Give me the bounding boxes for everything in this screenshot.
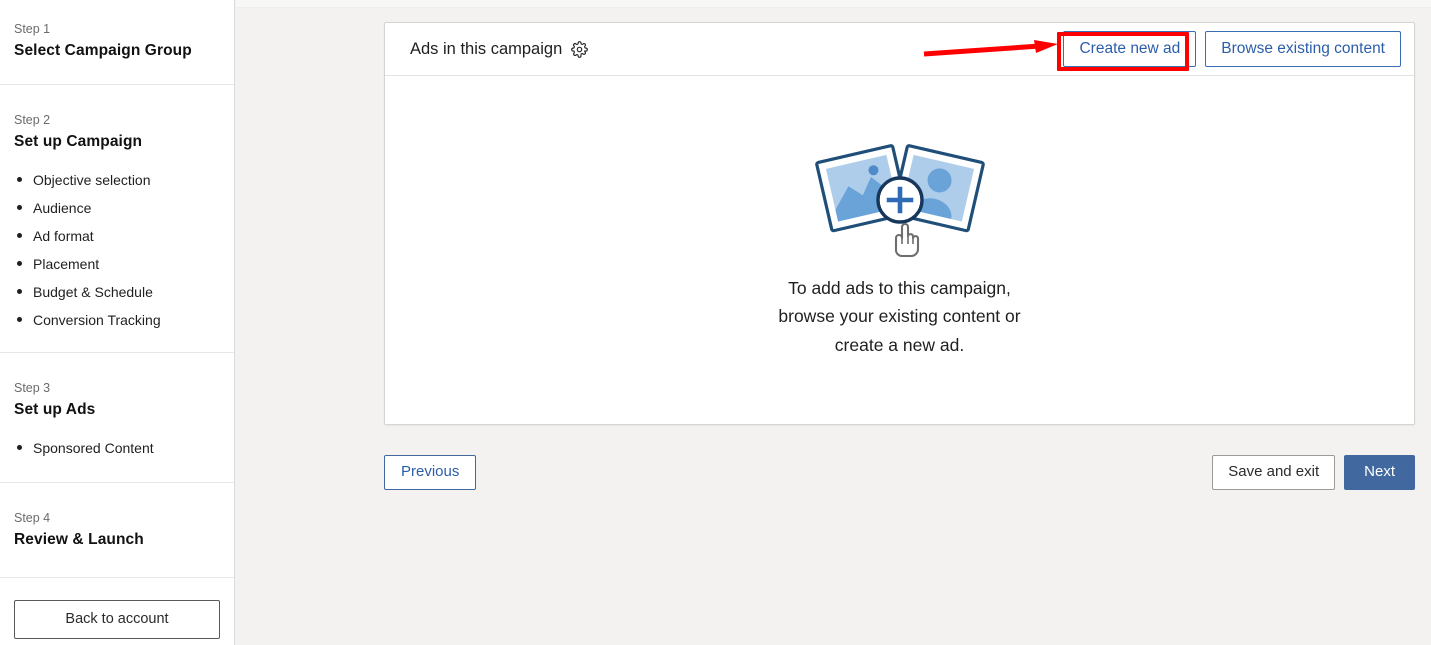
sidebar-item-objective-selection[interactable]: Objective selection xyxy=(14,170,220,198)
step-3-substeps: Sponsored Content xyxy=(14,438,220,458)
sidebar-item-ad-format[interactable]: Ad format xyxy=(14,226,220,254)
step-4-number: Step 4 xyxy=(14,511,51,525)
empty-state: To add ads to this campaign, browse your… xyxy=(385,76,1414,424)
step-4-title: Review & Launch xyxy=(14,531,144,548)
sidebar-item-placement[interactable]: Placement xyxy=(14,254,220,282)
sidebar-step-1[interactable]: Step 1 Select Campaign Group xyxy=(0,0,234,85)
create-new-ad-button[interactable]: Create new ad xyxy=(1063,31,1197,67)
campaign-steps-sidebar: Step 1 Select Campaign Group Step 2 Set … xyxy=(0,0,235,645)
step-2-number: Step 2 xyxy=(14,113,51,127)
empty-state-line-2: browse your existing content or xyxy=(778,306,1021,327)
sidebar-step-4[interactable]: Step 4 Review & Launch xyxy=(0,483,234,578)
card-header-actions: Create new ad Browse existing content xyxy=(1063,31,1401,67)
page-title: Ads in this campaign xyxy=(410,40,563,58)
main-content: Ads in this campaign Create new ad Brows… xyxy=(236,8,1431,645)
browse-existing-content-button[interactable]: Browse existing content xyxy=(1205,31,1401,67)
step-3-title: Set up Ads xyxy=(14,401,96,418)
gear-icon[interactable] xyxy=(571,40,589,58)
sidebar-item-budget-schedule[interactable]: Budget & Schedule xyxy=(14,282,220,310)
card-header: Ads in this campaign Create new ad Brows… xyxy=(385,23,1414,76)
step-3-number: Step 3 xyxy=(14,381,51,395)
step-2-title: Set up Campaign xyxy=(14,133,143,150)
sidebar-step-2[interactable]: Step 2 Set up Campaign Objective selecti… xyxy=(0,85,234,353)
previous-button[interactable]: Previous xyxy=(384,455,477,490)
sidebar-item-sponsored-content[interactable]: Sponsored Content xyxy=(14,438,220,458)
add-media-cards-icon xyxy=(811,135,989,262)
sidebar-item-conversion-tracking[interactable]: Conversion Tracking xyxy=(14,310,220,330)
empty-state-line-1: To add ads to this campaign, xyxy=(788,277,1011,298)
empty-state-line-3: create a new ad. xyxy=(834,334,965,355)
ads-in-campaign-card: Ads in this campaign Create new ad Brows… xyxy=(384,22,1415,425)
back-to-account-button[interactable]: Back to account xyxy=(14,600,220,639)
footer-right-actions: Save and exit Next xyxy=(1212,455,1415,490)
wizard-footer: Previous Save and exit Next xyxy=(384,455,1415,490)
step-1-number: Step 1 xyxy=(14,22,51,36)
sidebar-footer: Back to account xyxy=(0,578,234,645)
top-strip xyxy=(236,0,1431,8)
empty-state-message: To add ads to this campaign, browse your… xyxy=(778,274,1020,360)
next-button[interactable]: Next xyxy=(1344,455,1415,490)
sidebar-step-3[interactable]: Step 3 Set up Ads Sponsored Content xyxy=(0,353,234,483)
step-2-substeps: Objective selection Audience Ad format P… xyxy=(14,170,220,330)
sidebar-item-audience[interactable]: Audience xyxy=(14,198,220,226)
step-1-title: Select Campaign Group xyxy=(14,42,192,59)
save-and-exit-button[interactable]: Save and exit xyxy=(1212,455,1336,490)
